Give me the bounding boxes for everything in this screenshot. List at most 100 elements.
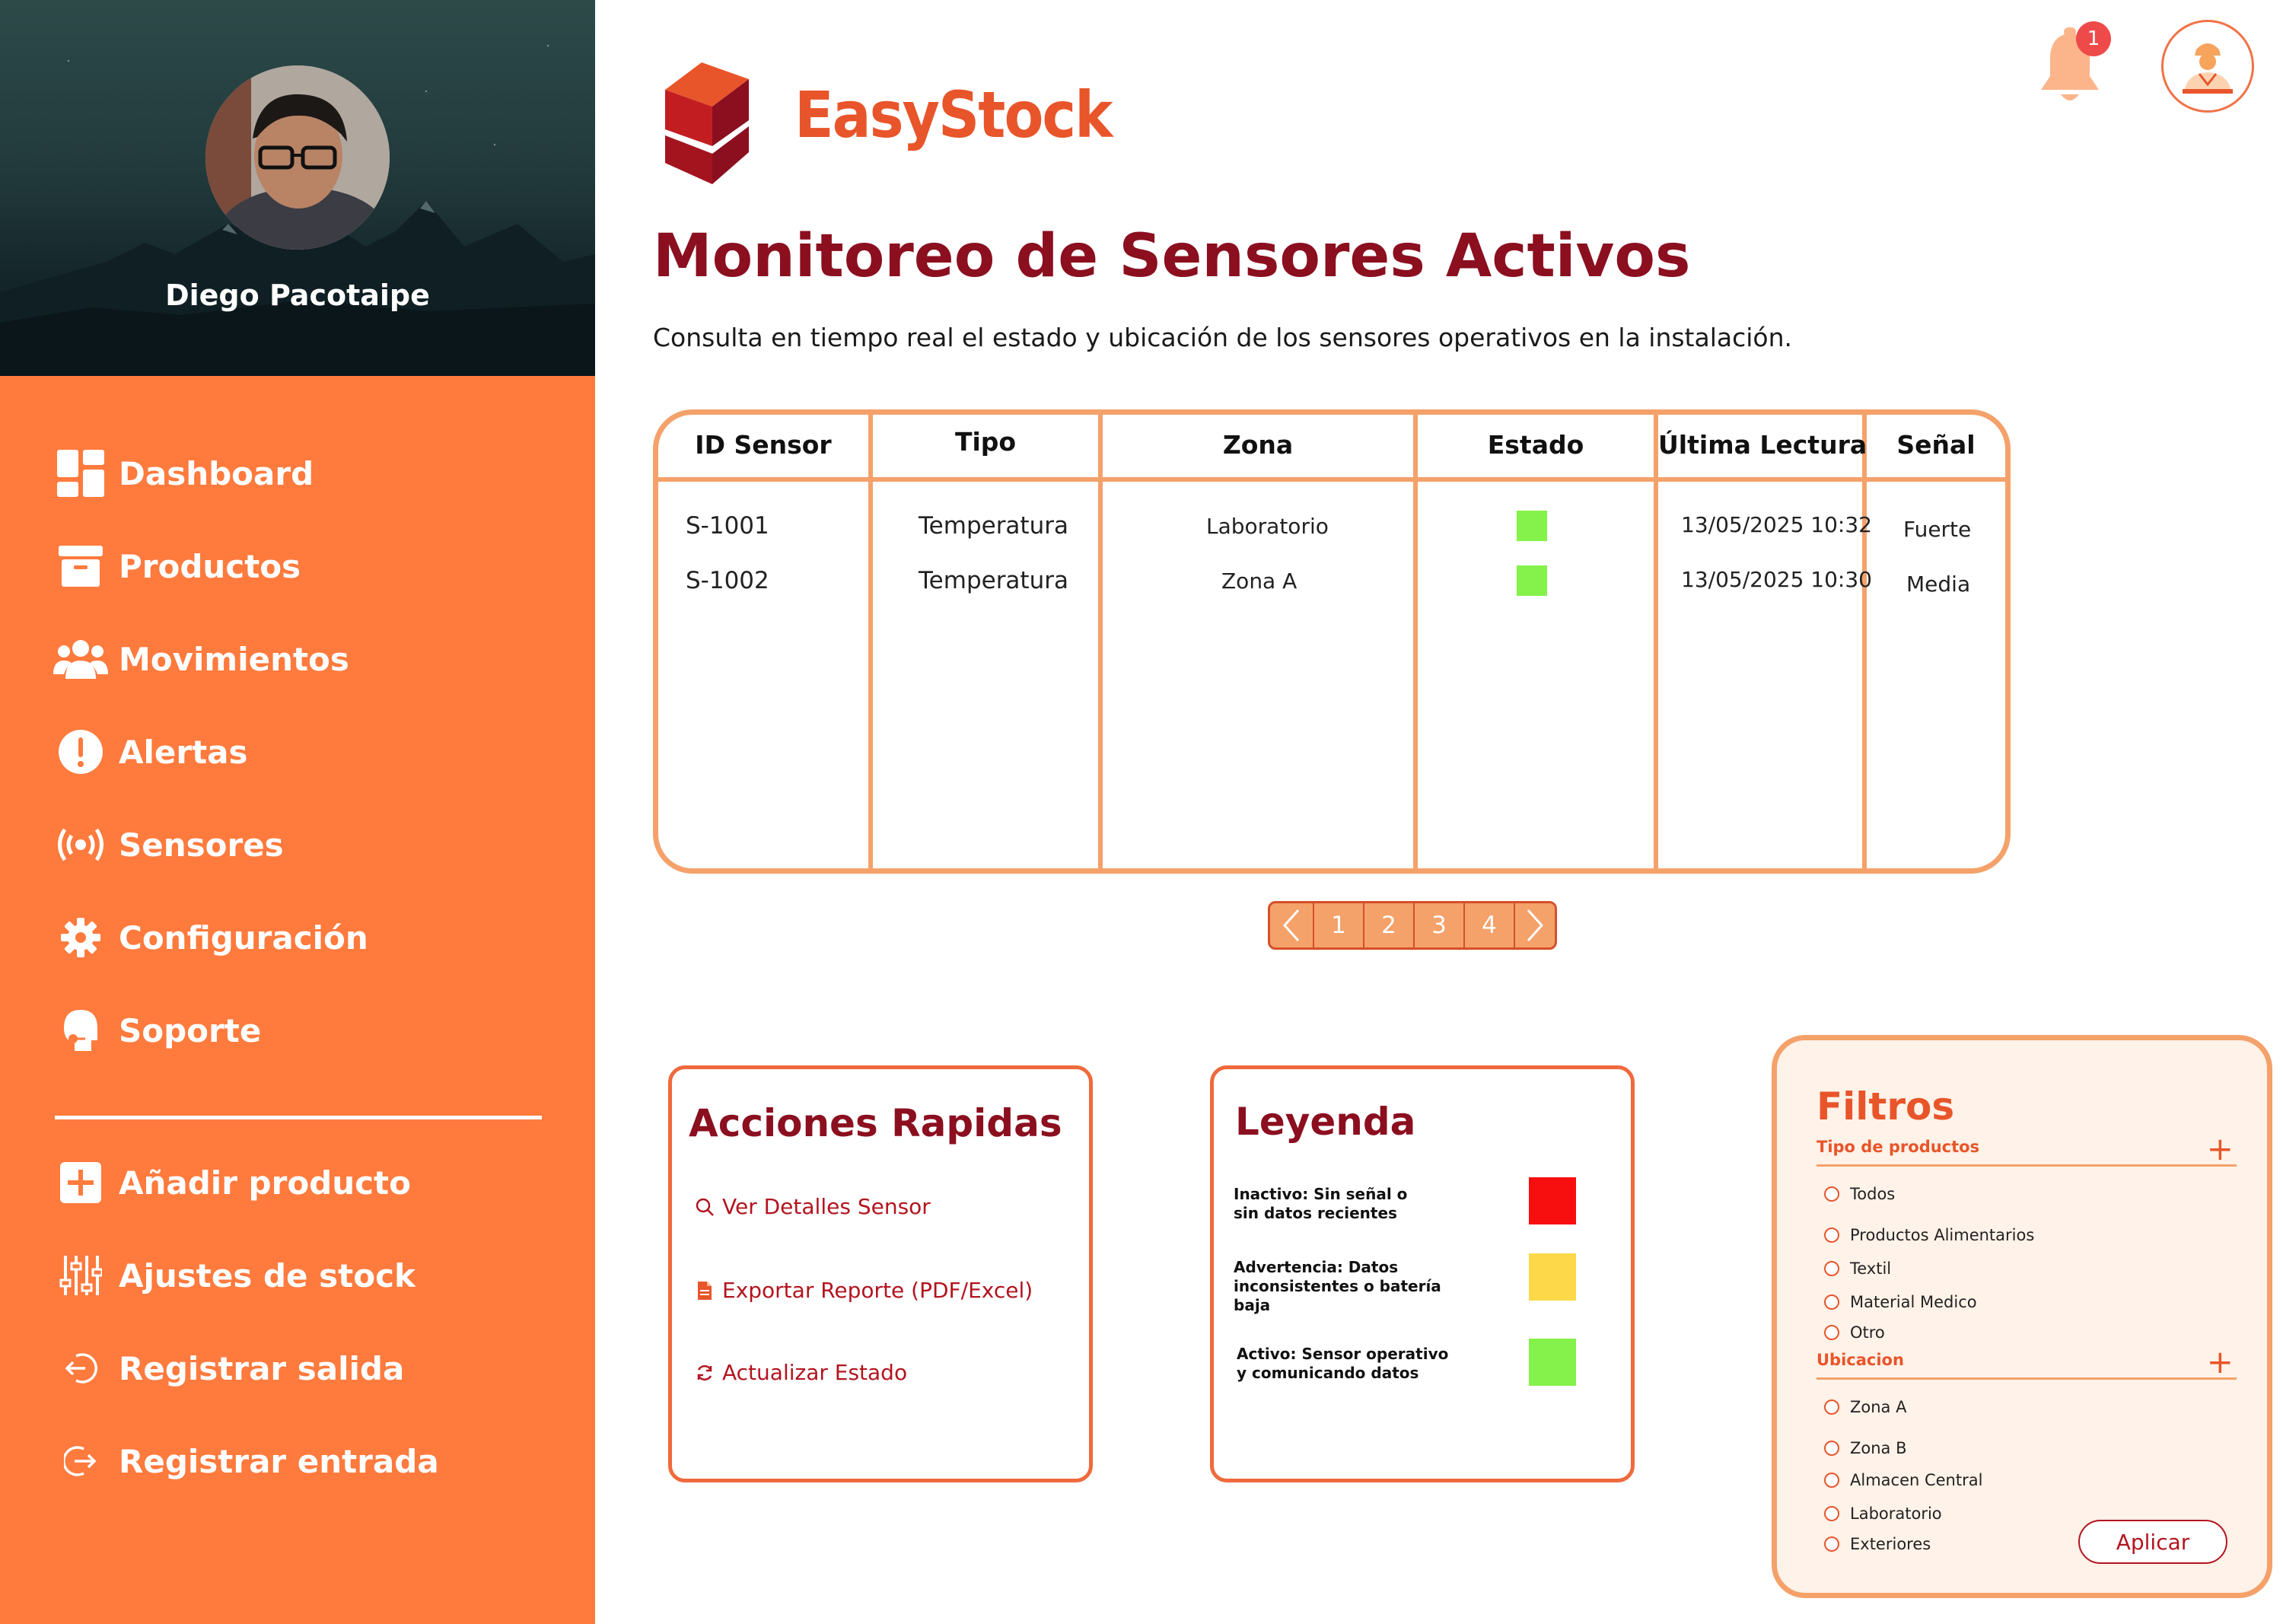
sidebar-item-registrar-entrada[interactable]: Registrar entrada (53, 1431, 439, 1492)
filter-option-exteriores[interactable]: Exteriores (1824, 1535, 1931, 1553)
users-icon (53, 632, 108, 686)
sidebar-item-label: Movimientos (119, 640, 349, 678)
profile-header: Diego Pacotaipe (0, 0, 595, 376)
column-header-estado[interactable]: Estado (1418, 430, 1654, 460)
sidebar-item-label: Configuración (119, 919, 368, 957)
action-label: Actualizar Estado (722, 1360, 908, 1385)
column-header-id[interactable]: ID Sensor (658, 430, 868, 460)
legend-card: Leyenda Inactivo: Sin señal o sin datos r… (1210, 1065, 1635, 1482)
column-header-zona[interactable]: Zona (1103, 430, 1413, 460)
cell-lectura: 13/05/2025 10:30 (1681, 567, 1872, 592)
expand-plus-icon[interactable]: + (2207, 1130, 2234, 1167)
cell-senal: Media (1906, 572, 1971, 597)
cell-lectura: 13/05/2025 10:32 (1681, 512, 1872, 537)
refresh-status-action[interactable]: Actualizar Estado (693, 1360, 907, 1385)
header-divider (658, 477, 2005, 482)
cell-tipo: Temperatura (919, 512, 1068, 540)
filter-option-almacen-central[interactable]: Almacen Central (1824, 1471, 1982, 1489)
page-button[interactable]: 4 (1465, 903, 1515, 947)
filters-title: Filtros (1817, 1084, 1955, 1129)
sidebar-item-sensores[interactable]: Sensores (53, 814, 284, 875)
apply-filters-button[interactable]: Aplicar (2078, 1520, 2227, 1564)
dashboard-icon (53, 446, 108, 501)
easystock-logo-icon (654, 56, 759, 186)
next-page-button[interactable] (1515, 903, 1555, 947)
view-sensor-details-action[interactable]: Ver Detalles Sensor (693, 1194, 931, 1219)
document-icon (693, 1279, 716, 1302)
column-divider (1413, 415, 1418, 868)
user-menu-button[interactable] (2161, 20, 2254, 113)
legend-swatch-inactive (1529, 1177, 1576, 1224)
page-button[interactable]: 3 (1415, 903, 1465, 947)
column-divider (1098, 415, 1103, 868)
support-icon (53, 1003, 108, 1058)
prev-page-button[interactable] (1270, 903, 1314, 947)
column-header-senal[interactable]: Señal (1867, 430, 2005, 460)
sidebar-item-soporte[interactable]: Soporte (53, 1000, 261, 1061)
sidebar-item-label: Añadir producto (119, 1164, 411, 1202)
action-label: Exportar Reporte (PDF/Excel) (722, 1278, 1033, 1303)
chevron-left-icon (1282, 909, 1300, 942)
sliders-icon (53, 1248, 108, 1303)
sidebar-item-label: Dashboard (119, 454, 314, 492)
sidebar-item-ajustes-stock[interactable]: Ajustes de stock (53, 1245, 416, 1306)
filter-option-todos[interactable]: Todos (1824, 1185, 1895, 1203)
sidebar-item-anadir-producto[interactable]: Añadir producto (53, 1152, 411, 1213)
filter-option-otro[interactable]: Otro (1824, 1323, 1885, 1342)
sidebar-item-productos[interactable]: Productos (53, 536, 301, 597)
filter-option-laboratorio[interactable]: Laboratorio (1824, 1505, 1942, 1523)
sidebar-item-label: Registrar entrada (119, 1442, 439, 1480)
quick-actions-card: Acciones Rapidas Ver Detalles Sensor Exp… (668, 1065, 1093, 1482)
sidebar-item-label: Soporte (119, 1011, 262, 1049)
column-header-tipo[interactable]: Tipo (873, 427, 1098, 457)
legend-label-warning: Advertencia: Datos inconsistentes o bater… (1234, 1258, 1441, 1314)
column-divider (868, 415, 873, 868)
sidebar-item-configuracion[interactable]: Configuración (53, 907, 368, 968)
alert-icon (53, 724, 108, 779)
expand-plus-icon[interactable]: + (2207, 1343, 2234, 1380)
sidebar-item-movimientos[interactable]: Movimientos (53, 629, 349, 689)
cell-id[interactable]: S-1002 (686, 567, 769, 594)
brand-name: EasyStock (794, 78, 1113, 152)
filter-option-material-medico[interactable]: Material Medico (1824, 1293, 1977, 1311)
column-header-ultima-lectura[interactable]: Última Lectura (1658, 430, 1867, 460)
page-subtitle: Consulta en tiempo real el estado y ubic… (653, 323, 1793, 352)
cell-senal: Fuerte (1903, 517, 1972, 542)
avatar (205, 65, 390, 250)
legend-title: Leyenda (1235, 1100, 1416, 1144)
sidebar-item-label: Registrar salida (119, 1349, 405, 1387)
column-divider (1654, 415, 1658, 868)
cell-zona: Zona A (1221, 568, 1298, 594)
filter-option-zona-a[interactable]: Zona A (1824, 1398, 1906, 1416)
page-button[interactable]: 2 (1364, 903, 1415, 947)
legend-label-inactive: Inactivo: Sin señal o sin datos recientes (1234, 1185, 1408, 1222)
filter-option-zona-b[interactable]: Zona B (1824, 1439, 1907, 1457)
cell-id[interactable]: S-1001 (686, 512, 769, 540)
filter-option-alimentarios[interactable]: Productos Alimentarios (1824, 1226, 2034, 1244)
worker-avatar-icon (2183, 43, 2233, 94)
add-icon (53, 1155, 108, 1210)
sidebar-item-label: Productos (119, 547, 301, 585)
page-title: Monitoreo de Sensores Activos (653, 222, 1691, 291)
sensors-table: ID Sensor Tipo Zona Estado Última Lectur… (653, 409, 2011, 874)
login-icon (53, 1434, 108, 1489)
sidebar-item-registrar-salida[interactable]: Registrar salida (53, 1338, 404, 1399)
cell-tipo: Temperatura (919, 567, 1068, 594)
gear-icon (53, 910, 108, 965)
export-report-action[interactable]: Exportar Reporte (PDF/Excel) (693, 1278, 1033, 1303)
status-indicator-active (1517, 565, 1547, 596)
notification-badge: 1 (2076, 21, 2111, 56)
chevron-right-icon (1527, 909, 1544, 942)
sensor-icon (53, 817, 108, 872)
sidebar-item-dashboard[interactable]: Dashboard (53, 443, 314, 504)
search-icon (693, 1196, 716, 1218)
filter-option-textil[interactable]: Textil (1824, 1259, 1891, 1278)
sidebar-item-alertas[interactable]: Alertas (53, 721, 248, 782)
filter-section-product-type: Tipo de productos + (1817, 1130, 2237, 1167)
page-button[interactable]: 1 (1314, 903, 1364, 947)
archive-box-icon (53, 539, 108, 594)
profile-name: Diego Pacotaipe (165, 279, 430, 312)
refresh-icon (693, 1361, 716, 1384)
filters-panel: Filtros Tipo de productos + Todos Produc… (1772, 1035, 2272, 1598)
legend-swatch-active (1529, 1339, 1576, 1386)
